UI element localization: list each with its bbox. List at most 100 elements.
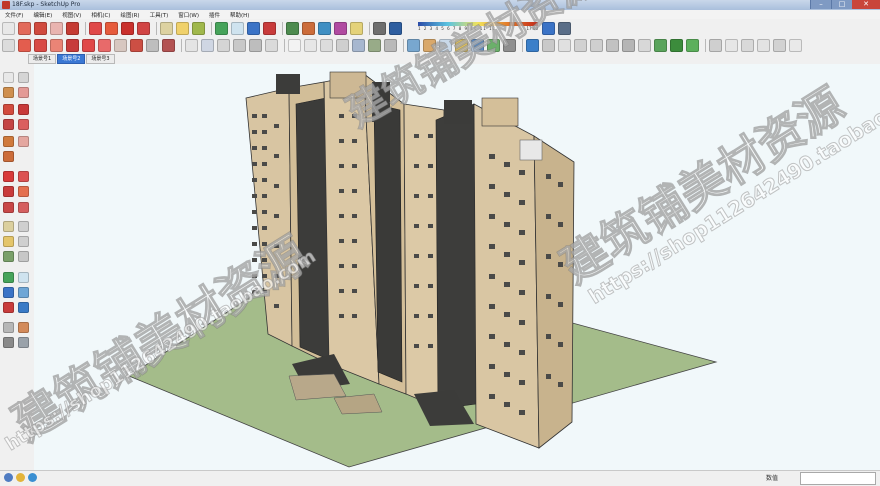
zoom-icon[interactable] — [247, 21, 260, 35]
components-icon[interactable] — [286, 21, 299, 35]
materials-icon[interactable] — [302, 21, 315, 35]
orbit-tool-icon[interactable] — [3, 272, 14, 283]
plugin-15-icon[interactable] — [773, 38, 786, 52]
help-icon[interactable] — [28, 473, 37, 482]
xray-icon[interactable] — [288, 38, 301, 52]
front-view-icon[interactable] — [217, 38, 230, 52]
eraser-tool-icon[interactable] — [18, 87, 29, 98]
zoom-extents-tool-icon[interactable] — [3, 302, 14, 313]
warehouse-icon[interactable] — [350, 21, 363, 35]
shadow-time-slider[interactable]: 1 2 3 4 5 6 7 8 9 10 11 12 17:00 — [418, 22, 538, 34]
pencil-line-icon[interactable] — [34, 21, 47, 35]
home-icon[interactable] — [741, 38, 754, 52]
line-tool-icon[interactable] — [18, 104, 29, 115]
terrain-icon[interactable] — [487, 38, 500, 52]
menu-file[interactable]: 文件(F) — [5, 11, 23, 19]
back-view-icon[interactable] — [249, 38, 262, 52]
shadow-settings-icon[interactable] — [542, 22, 555, 35]
3d-text-tool-icon[interactable] — [18, 251, 29, 262]
section-plane-icon[interactable] — [558, 22, 571, 35]
offset-icon[interactable] — [50, 38, 63, 52]
push-pull-icon[interactable] — [89, 21, 102, 35]
back-edges-icon[interactable] — [304, 38, 317, 52]
freehand-tool-icon[interactable] — [18, 136, 29, 147]
eraser-icon[interactable] — [18, 21, 31, 35]
plugin-2-icon[interactable] — [542, 38, 555, 52]
paint-tool-icon[interactable] — [3, 87, 14, 98]
plugin-14-icon[interactable] — [757, 38, 770, 52]
subtract-icon[interactable] — [130, 38, 143, 52]
plugin-10-icon[interactable] — [670, 38, 683, 52]
split-icon[interactable] — [162, 38, 175, 52]
plugin-6-icon[interactable] — [606, 38, 619, 52]
left-view-icon[interactable] — [265, 38, 278, 52]
tape-measure-icon[interactable] — [160, 21, 173, 35]
menu-view[interactable]: 视图(V) — [62, 11, 81, 19]
trim-icon[interactable] — [146, 38, 159, 52]
offset-tool-icon[interactable] — [18, 202, 29, 213]
walk-icon[interactable] — [423, 38, 436, 52]
position-camera-tool-icon[interactable] — [3, 322, 14, 333]
zoom-extents-icon[interactable] — [263, 21, 276, 35]
minimize-button[interactable]: – — [810, 0, 831, 9]
model-scene[interactable] — [34, 64, 880, 470]
pushpull-tool-icon[interactable] — [18, 171, 29, 182]
right-view-icon[interactable] — [233, 38, 246, 52]
polygon-icon[interactable] — [18, 38, 31, 52]
scene-tab-3[interactable]: 场景号3 — [86, 54, 115, 64]
geo-location-icon[interactable] — [4, 473, 13, 482]
plugin-9-icon[interactable] — [654, 38, 667, 52]
outer-shell-icon[interactable] — [98, 38, 111, 52]
menu-help[interactable]: 帮助(H) — [230, 11, 249, 19]
menu-tools[interactable]: 工具(T) — [150, 11, 169, 19]
credits-icon[interactable] — [16, 473, 25, 482]
rotate-tool-icon[interactable] — [3, 186, 14, 197]
select-arrow-icon[interactable] — [2, 21, 15, 35]
move-icon[interactable] — [105, 21, 118, 35]
plugin-13-icon[interactable] — [725, 38, 738, 52]
intersect-icon[interactable] — [82, 38, 95, 52]
protractor-tool-icon[interactable] — [3, 236, 14, 247]
polygon-tool-icon[interactable] — [3, 136, 14, 147]
menu-plugins[interactable]: 插件 — [209, 11, 220, 19]
arc-tool-icon[interactable] — [18, 119, 29, 130]
sandbox-icon[interactable] — [455, 38, 468, 52]
plugin-8-icon[interactable] — [638, 38, 651, 52]
axes-tool-icon[interactable] — [3, 251, 14, 262]
arc-icon[interactable] — [50, 21, 63, 35]
walk-tool-icon[interactable] — [3, 337, 14, 348]
look-around-tool-icon[interactable] — [18, 322, 29, 333]
menu-camera[interactable]: 相机(C) — [91, 11, 110, 19]
hidden-line-icon[interactable] — [336, 38, 349, 52]
scale-tool-icon[interactable] — [3, 202, 14, 213]
follow-me-icon[interactable] — [66, 38, 79, 52]
position-camera-icon[interactable] — [407, 38, 420, 52]
menu-window[interactable]: 窗口(W) — [178, 11, 199, 19]
menu-draw[interactable]: 绘图(R) — [120, 11, 139, 19]
layers-icon[interactable] — [334, 21, 347, 35]
circle-tool-icon[interactable] — [3, 119, 14, 130]
zoom-tool-icon[interactable] — [3, 287, 14, 298]
shaded-icon[interactable] — [352, 38, 365, 52]
add-location-icon[interactable] — [471, 38, 484, 52]
maximize-button[interactable]: □ — [831, 0, 852, 9]
text-tool-icon[interactable] — [18, 236, 29, 247]
plugin-7-icon[interactable] — [622, 38, 635, 52]
monochrome-icon[interactable] — [384, 38, 397, 52]
dimension-tool-icon[interactable] — [18, 221, 29, 232]
section-tool-icon[interactable] — [18, 337, 29, 348]
rotate-icon[interactable] — [121, 21, 134, 35]
plugin-5-icon[interactable] — [590, 38, 603, 52]
model-viewport[interactable] — [34, 64, 880, 470]
menu-edit[interactable]: 编辑(E) — [33, 11, 52, 19]
shaded-textures-icon[interactable] — [368, 38, 381, 52]
orbit-icon[interactable] — [215, 21, 228, 35]
text-icon[interactable] — [176, 21, 189, 35]
sketchup-app-icon[interactable] — [2, 1, 10, 9]
photo-texture-icon[interactable] — [503, 38, 516, 52]
freehand-icon[interactable] — [34, 38, 47, 52]
make-component-icon[interactable] — [18, 72, 29, 83]
rect-select-icon[interactable] — [2, 38, 15, 52]
top-view-icon[interactable] — [201, 38, 214, 52]
scene-tab-2[interactable]: 场景号2 — [57, 54, 86, 64]
